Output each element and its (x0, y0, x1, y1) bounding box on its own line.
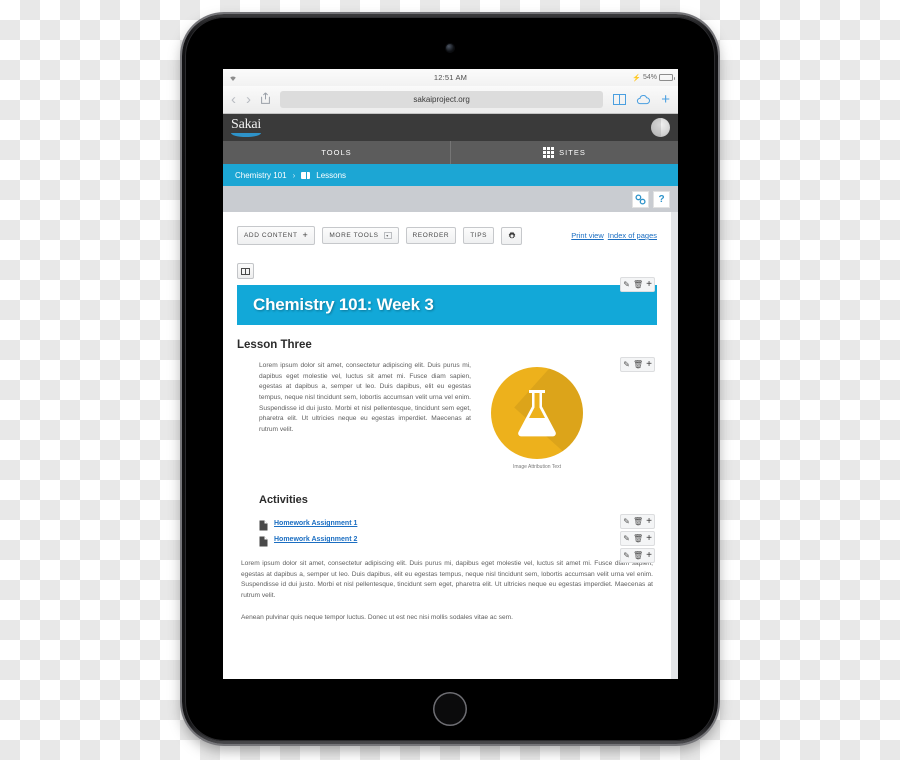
activity-link[interactable]: Homework Assignment 2 (274, 536, 357, 543)
reorder-button[interactable]: REORDER (405, 227, 457, 244)
trash-icon[interactable]: 🗑 (633, 359, 643, 370)
activity-link[interactable]: Homework Assignment 1 (274, 520, 357, 527)
icloud-tabs-icon[interactable] (636, 94, 651, 105)
battery-percent-label: 54% (642, 74, 657, 81)
edit-icon[interactable]: ✎ (623, 550, 630, 561)
text-item-actions: ✎ 🗑 + (620, 357, 655, 372)
activity-3-actions: ✎ 🗑 + (620, 548, 655, 563)
page-title: Chemistry 101: Week 3 (253, 295, 434, 314)
battery-indicator: ⚡ 54% (632, 69, 675, 86)
trash-icon[interactable]: 🗑 (633, 533, 643, 544)
add-icon[interactable]: + (646, 550, 652, 561)
page-view-links: Print view Index of pages (571, 231, 657, 240)
new-tab-button[interactable]: + (661, 92, 670, 107)
add-icon[interactable]: + (646, 359, 652, 370)
trash-icon[interactable]: 🗑 (633, 279, 643, 290)
trash-icon[interactable]: 🗑 (633, 516, 643, 527)
vertical-scrollbar[interactable] (671, 212, 678, 679)
battery-icon (659, 74, 675, 81)
lesson-figure: Image Attribution Text (483, 361, 591, 470)
add-icon[interactable]: + (646, 516, 652, 527)
gear-icon[interactable] (501, 226, 523, 245)
book-icon (301, 171, 311, 179)
closing-paragraph: Lorem ipsum dolor sit amet, consectetur … (241, 560, 653, 600)
home-button[interactable] (433, 692, 467, 726)
app-header: Sakai (223, 114, 678, 141)
add-icon[interactable]: + (646, 279, 652, 290)
chevron-down-icon: ▾ (383, 232, 392, 239)
trash-icon[interactable]: 🗑 (633, 550, 643, 561)
nav-tools-label: TOOLS (321, 148, 352, 157)
grid-icon (543, 147, 555, 158)
device-screen: 12:51 AM ⚡ 54% ‹ › sakaiproject.org + Sa… (223, 69, 678, 679)
add-content-button[interactable]: ADD CONTENT + (237, 226, 316, 245)
lesson-heading: Lesson Three (237, 339, 312, 351)
nav-item-tools[interactable]: TOOLS (223, 141, 450, 164)
sakai-logo[interactable]: Sakai (231, 118, 261, 137)
edit-icon[interactable]: ✎ (623, 279, 630, 290)
document-icon (259, 518, 268, 531)
two-column-layout-icon[interactable] (237, 263, 254, 279)
ios-status-bar: 12:51 AM ⚡ 54% (223, 69, 678, 86)
book-open-icon[interactable] (613, 94, 627, 105)
activities-heading: Activities (259, 494, 308, 506)
list-item: Homework Assignment 1 (259, 518, 657, 531)
lesson-banner: Chemistry 101: Week 3 (237, 285, 657, 325)
permalink-icon[interactable] (632, 190, 649, 208)
index-of-pages-link[interactable]: Index of pages (608, 231, 657, 240)
page-scroll-region: ADD CONTENT + MORE TOOLS ▾ REORDER TIPS (223, 212, 678, 679)
logo-swoosh-icon (231, 133, 261, 137)
cut-off-paragraph: Aenean pulvinar quis neque tempor luctus… (241, 613, 513, 621)
tool-action-strip: ? (223, 186, 678, 212)
lightning-bolt-icon: ⚡ (632, 74, 641, 82)
activity-2-actions: ✎ 🗑 + (620, 531, 655, 546)
lesson-page: ADD CONTENT + MORE TOOLS ▾ REORDER TIPS (223, 212, 671, 679)
tips-button[interactable]: TIPS (463, 227, 495, 244)
nav-sites-label: SITES (559, 148, 586, 157)
status-clock: 12:51 AM (433, 73, 468, 82)
more-tools-button[interactable]: MORE TOOLS ▾ (322, 227, 399, 244)
image-attribution-text: Image Attribution Text (513, 464, 561, 470)
browser-toolbar: ‹ › sakaiproject.org + (223, 86, 678, 114)
share-icon[interactable] (261, 91, 270, 109)
lesson-content-row: ✎ 🗑 + Lorem ipsum dolor sit amet, consec… (237, 357, 657, 470)
erlenmeyer-flask-icon[interactable] (491, 367, 583, 459)
url-input[interactable]: sakaiproject.org (280, 91, 604, 108)
breadcrumb-separator: › (292, 170, 296, 180)
print-view-link[interactable]: Print view (571, 231, 604, 240)
document-icon (259, 534, 268, 547)
back-button[interactable]: ‹ (231, 92, 236, 107)
add-icon[interactable]: + (646, 533, 652, 544)
primary-nav: TOOLS SITES (223, 141, 678, 164)
breadcrumb: Chemistry 101 › Lessons (223, 164, 678, 186)
edit-icon[interactable]: ✎ (623, 533, 630, 544)
breadcrumb-tool[interactable]: Lessons (316, 171, 346, 180)
activity-1-actions: ✎ 🗑 + (620, 514, 655, 529)
layout-glyph (241, 267, 250, 275)
breadcrumb-site[interactable]: Chemistry 101 (235, 171, 287, 180)
lessons-toolbar: ADD CONTENT + MORE TOOLS ▾ REORDER TIPS (237, 226, 657, 245)
edit-icon[interactable]: ✎ (623, 516, 630, 527)
edit-icon[interactable]: ✎ (623, 359, 630, 370)
user-avatar-icon[interactable] (651, 118, 670, 137)
plus-icon: + (302, 230, 309, 240)
nav-item-sites[interactable]: SITES (450, 141, 678, 164)
activities-list: ✎ 🗑 + ✎ 🗑 + ✎ 🗑 + Homework Assignment 1 … (237, 514, 657, 563)
list-item: Homework Assignment 2 (259, 534, 657, 547)
lesson-intro-paragraph: Lorem ipsum dolor sit amet, consectetur … (259, 362, 471, 434)
forward-button[interactable]: › (246, 92, 251, 107)
front-camera-icon (446, 44, 454, 52)
banner-section: ✎ 🗑 + Chemistry 101: Week 3 (237, 277, 657, 325)
help-icon[interactable]: ? (653, 190, 670, 208)
tablet-device: 12:51 AM ⚡ 54% ‹ › sakaiproject.org + Sa… (182, 14, 718, 744)
banner-item-actions: ✎ 🗑 + (620, 277, 655, 292)
